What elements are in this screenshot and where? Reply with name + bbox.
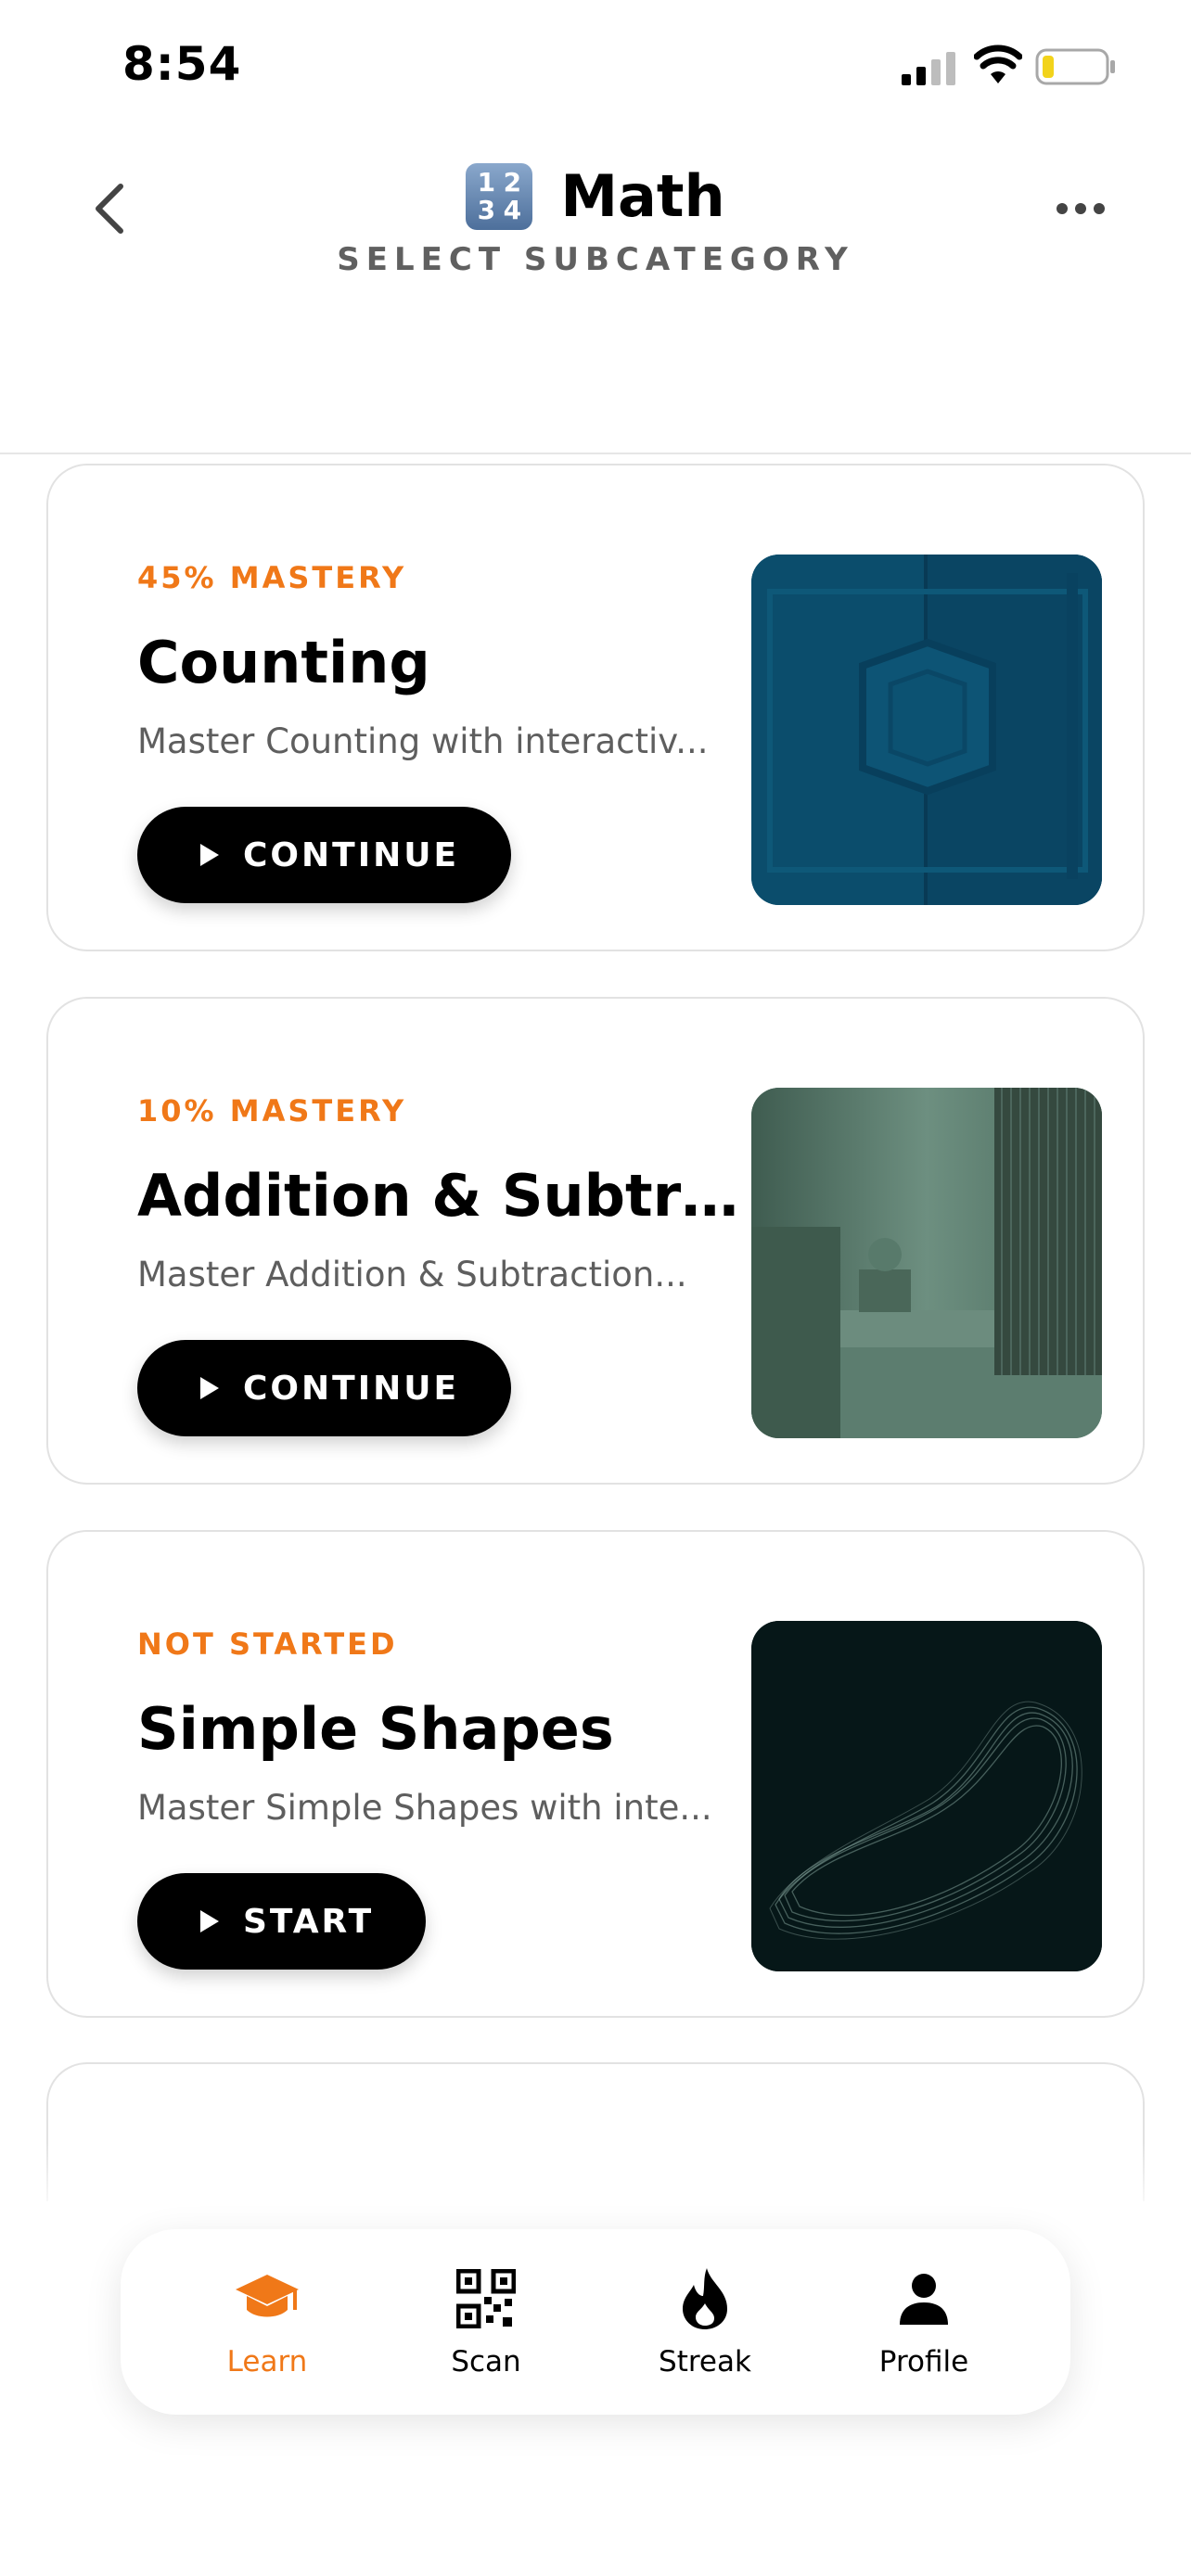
tab-streak[interactable]: Streak <box>612 2265 798 2378</box>
card-title: Simple Shapes <box>137 1695 614 1763</box>
subcategory-card-counting[interactable]: 45% MASTERY Counting Master Counting wit… <box>46 464 1145 951</box>
flame-icon <box>672 2265 738 2332</box>
card-description: Master Addition & Subtraction... <box>137 1255 687 1294</box>
abstract-room-image <box>751 1088 1102 1438</box>
status-label: NOT STARTED <box>137 1626 398 1662</box>
play-icon <box>200 1377 219 1399</box>
tab-scan[interactable]: Scan <box>393 2265 579 2378</box>
status-bar: 8:54 <box>0 0 1191 130</box>
card-thumbnail <box>751 1088 1102 1438</box>
play-icon <box>200 1910 219 1932</box>
app-screen: 8:54 1 2 3 4 Math SELECT SUBCATEGORY 45%… <box>0 0 1191 2576</box>
status-time: 8:54 <box>122 37 242 91</box>
play-icon <box>200 844 219 866</box>
title-area: 1 2 3 4 Math SELECT SUBCATEGORY <box>0 162 1191 278</box>
tab-bar: Learn Scan Streak Profile <box>121 2229 1070 2415</box>
card-description: Master Counting with interactiv... <box>137 721 709 761</box>
continue-button[interactable]: CONTINUE <box>137 807 512 903</box>
continue-button[interactable]: CONTINUE <box>137 1340 512 1436</box>
abstract-curve-image <box>751 1621 1102 1971</box>
person-icon <box>890 2265 957 2332</box>
tab-profile[interactable]: Profile <box>831 2265 1017 2378</box>
graduation-cap-icon <box>234 2265 301 2332</box>
numbers-icon: 1 2 3 4 <box>466 162 533 230</box>
card-thumbnail <box>751 1621 1102 1971</box>
mastery-label: 45% MASTERY <box>137 560 407 595</box>
battery-icon <box>1035 48 1115 85</box>
more-options-button[interactable] <box>1048 185 1113 232</box>
card-title: Counting <box>137 629 430 696</box>
qr-code-icon <box>453 2265 519 2332</box>
start-button[interactable]: START <box>137 1873 427 1970</box>
card-thumbnail <box>751 555 1102 905</box>
mastery-label: 10% MASTERY <box>137 1093 407 1129</box>
page-title: Math <box>560 162 725 230</box>
cellular-signal-icon <box>902 52 955 85</box>
wifi-icon <box>974 45 1022 83</box>
page-subtitle: SELECT SUBCATEGORY <box>337 241 854 278</box>
subcategory-card-addition-subtraction[interactable]: 10% MASTERY Addition & Subtra... Master … <box>46 997 1145 1485</box>
dot-icon <box>1075 203 1086 214</box>
subcategory-card-simple-shapes[interactable]: NOT STARTED Simple Shapes Master Simple … <box>46 1530 1145 2018</box>
dot-icon <box>1057 203 1068 214</box>
card-description: Master Simple Shapes with inte... <box>137 1788 712 1828</box>
tab-learn[interactable]: Learn <box>174 2265 360 2378</box>
abstract-hexagon-image <box>751 555 1102 905</box>
card-title: Addition & Subtra... <box>137 1162 749 1230</box>
dot-icon <box>1094 203 1105 214</box>
